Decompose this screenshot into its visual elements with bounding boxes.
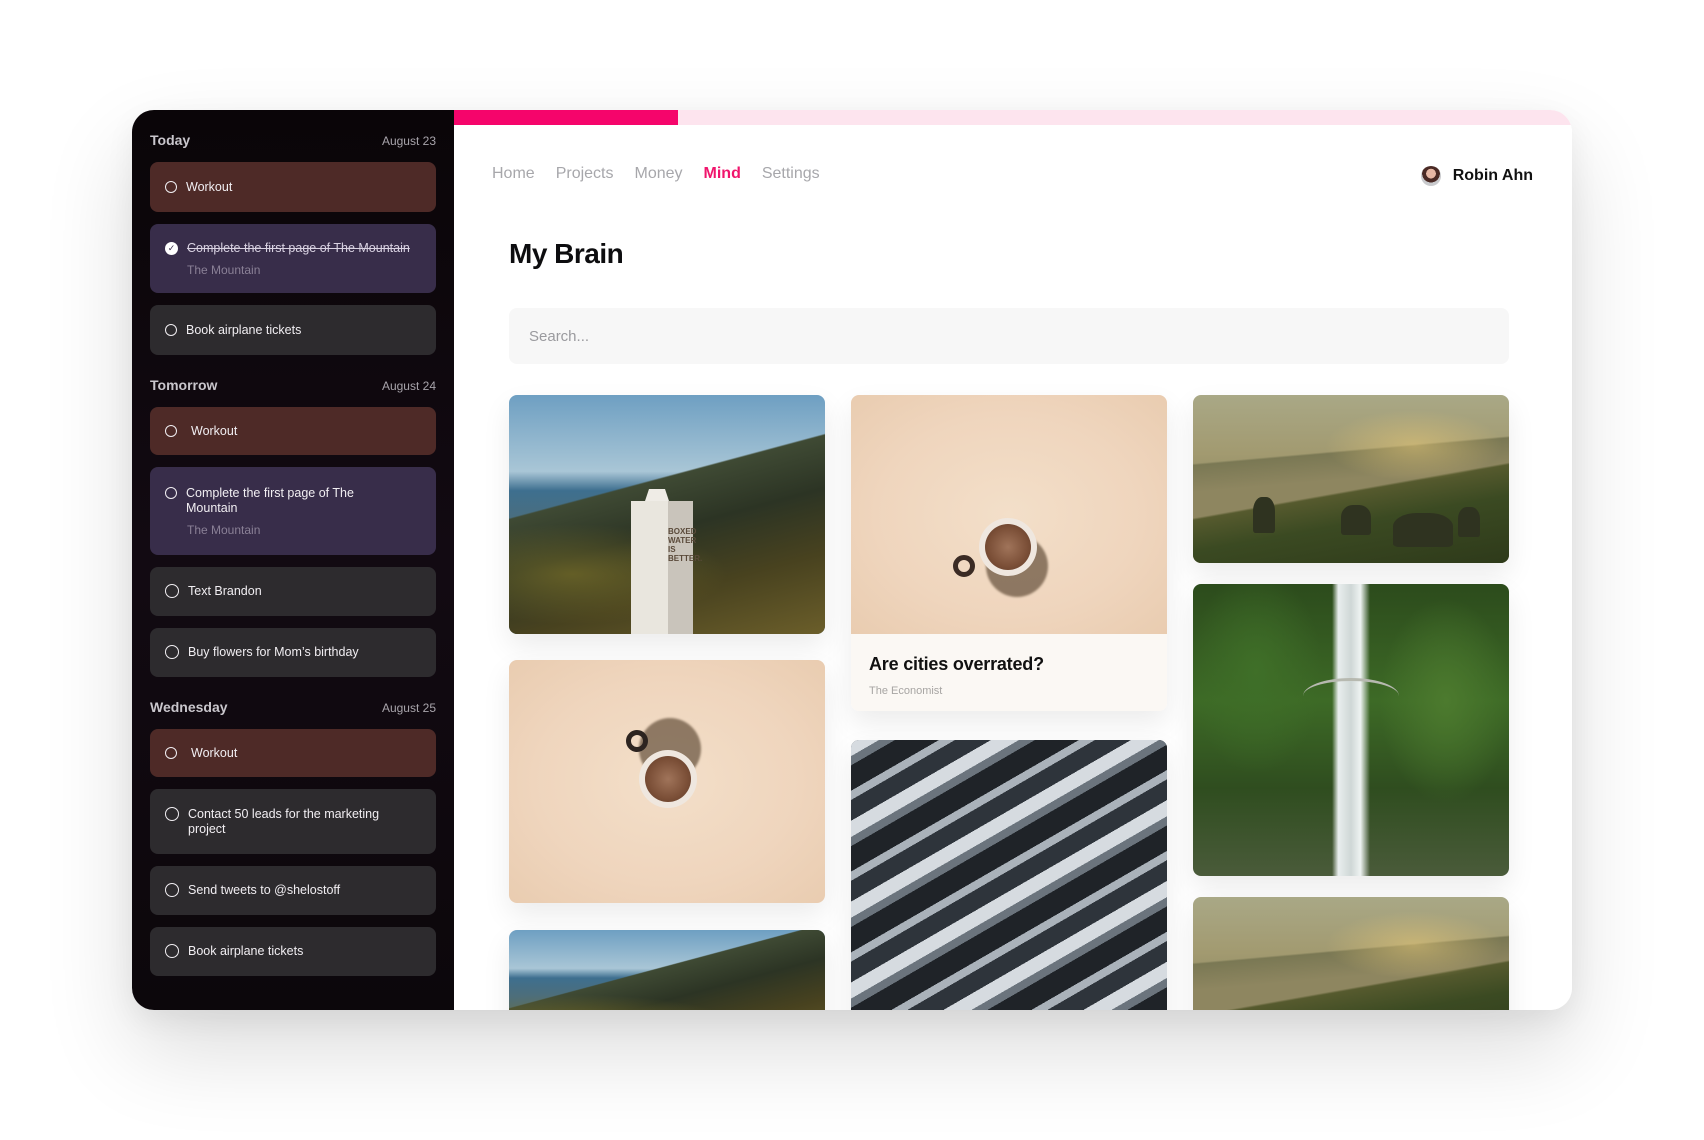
task-label: Book airplane tickets [188, 944, 304, 958]
article-source: The Economist [869, 685, 943, 697]
day-title: Wednesday [150, 699, 228, 715]
day-title: Tomorrow [150, 377, 218, 393]
day-date: August 25 [381, 701, 436, 715]
task-label: Contact 50 leads for the marketing proje… [188, 806, 380, 836]
page-title: My Brain [509, 238, 624, 269]
nav-mind[interactable]: Mind [704, 165, 741, 183]
circle-icon[interactable] [165, 584, 179, 598]
circle-icon[interactable] [165, 645, 179, 659]
search-input[interactable] [509, 308, 1509, 364]
task-item[interactable]: Workout [150, 729, 436, 777]
waterfall-image [1193, 584, 1509, 876]
nav-projects[interactable]: Projects [556, 165, 614, 183]
task-label: Send tweets to @shelostoff [188, 883, 341, 897]
avatar[interactable] [1420, 166, 1441, 186]
task-label: Workout [191, 423, 238, 438]
day-date: August 23 [381, 134, 436, 148]
task-item[interactable]: Book airplane tickets [150, 927, 436, 976]
task-item[interactable]: Buy flowers for Mom’s birthday [150, 628, 436, 677]
image-card[interactable] [509, 660, 825, 903]
user-menu[interactable]: Robin Ahn [1420, 166, 1533, 186]
task-item[interactable]: Workout [150, 407, 436, 455]
user-name[interactable]: Robin Ahn [1453, 167, 1533, 185]
article-title: Are cities overrated? [869, 654, 1044, 674]
image-card[interactable] [1193, 897, 1509, 1010]
day-title: Today [150, 132, 191, 148]
main-panel: Home Projects Money Mind Settings Robin … [454, 110, 1572, 1010]
task-label: Text Brandon [188, 584, 262, 598]
nav-settings[interactable]: Settings [762, 165, 820, 183]
section-wednesday: Wednesday August 25 Workout Contact 50 l… [150, 699, 436, 976]
circle-icon[interactable] [165, 486, 177, 499]
circle-icon[interactable] [165, 806, 179, 821]
app-window: Today August 23 Workout ✓ Complete the f… [132, 110, 1572, 1010]
task-label: Workout [186, 179, 233, 194]
task-label: Book airplane tickets [186, 322, 302, 337]
task-item[interactable]: Contact 50 leads for the marketing proje… [150, 789, 436, 854]
task-label: Buy flowers for Mom’s birthday [188, 645, 359, 659]
task-item[interactable]: Book airplane tickets [150, 305, 436, 355]
day-date: August 24 [381, 379, 436, 393]
mountain-image [1193, 395, 1509, 563]
task-label: Complete the first page of The Mountain [187, 240, 410, 255]
circle-icon[interactable] [165, 180, 177, 193]
coffee-image [851, 395, 1167, 634]
architecture-image [851, 740, 1167, 1010]
circle-icon[interactable] [165, 883, 179, 897]
image-card[interactable] [1193, 395, 1509, 563]
image-card[interactable] [851, 740, 1167, 1010]
image-card[interactable] [1193, 584, 1509, 876]
task-item[interactable]: Send tweets to @shelostoff [150, 866, 436, 915]
task-project: The Mountain [187, 262, 261, 277]
circle-icon[interactable] [165, 944, 179, 958]
progress-bar [454, 110, 1572, 125]
task-item[interactable]: ✓ Complete the first page of The Mountai… [150, 224, 436, 293]
circle-icon[interactable] [165, 323, 177, 336]
circle-icon[interactable] [165, 424, 177, 437]
milk-carton-image: BOXED WATER IS BETTER. [509, 395, 825, 634]
task-item[interactable]: Complete the first page of The Mountain … [150, 467, 436, 555]
nav-money[interactable]: Money [634, 165, 682, 183]
day-header: Wednesday August 25 [150, 699, 436, 715]
sidebar: Today August 23 Workout ✓ Complete the f… [132, 110, 454, 1010]
progress-fill [454, 110, 678, 125]
image-card[interactable]: BOXED WATER IS BETTER. [509, 395, 825, 634]
landscape-image [509, 930, 825, 1010]
day-header: Tomorrow August 24 [150, 377, 436, 393]
article-card[interactable]: Are cities overrated? The Economist [851, 395, 1167, 711]
nav-home[interactable]: Home [492, 165, 535, 183]
mountain-image [1193, 897, 1509, 1010]
top-nav: Home Projects Money Mind Settings [492, 165, 820, 183]
task-item[interactable]: Text Brandon [150, 567, 436, 616]
coffee-image [509, 660, 825, 903]
section-today: Today August 23 Workout ✓ Complete the f… [150, 132, 436, 355]
article-caption: Are cities overrated? The Economist [851, 634, 1167, 711]
task-label: Workout [191, 745, 238, 760]
day-header: Today August 23 [150, 132, 436, 148]
task-label: Complete the first page of The Mountain [186, 485, 354, 515]
check-circle-icon[interactable]: ✓ [165, 241, 178, 255]
circle-icon[interactable] [165, 746, 177, 759]
task-item[interactable]: Workout [150, 162, 436, 212]
section-tomorrow: Tomorrow August 24 Workout Complete the … [150, 377, 436, 677]
carton-print: BOXED WATER IS BETTER. [668, 527, 703, 563]
image-card[interactable] [509, 930, 825, 1010]
task-project: The Mountain [187, 522, 261, 537]
